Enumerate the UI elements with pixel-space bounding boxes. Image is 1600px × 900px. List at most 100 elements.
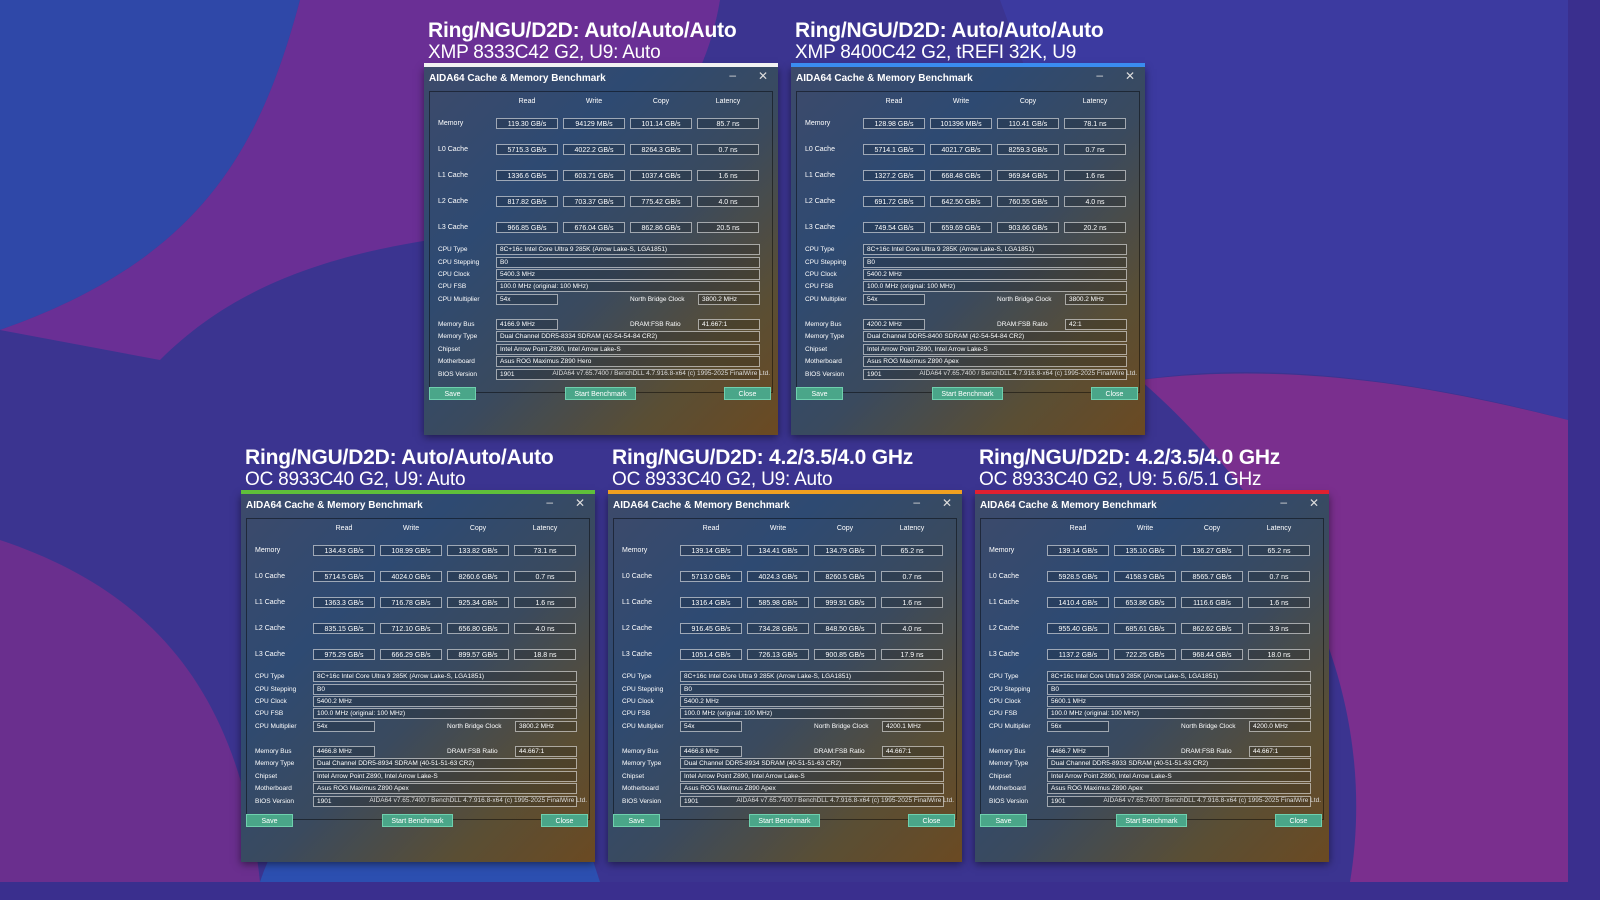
- l1-cache-read-value: 1316.4 GB/s: [680, 597, 742, 608]
- minimize-icon[interactable]: –: [913, 495, 920, 509]
- row-label-l2-cache: L2 Cache: [989, 625, 1019, 632]
- panel-title: Ring/NGU/D2D: 4.2/3.5/4.0 GHz OC 8933C40 …: [979, 447, 1280, 491]
- save-button[interactable]: Save: [980, 814, 1027, 827]
- l3-cache-copy-value: 900.85 GB/s: [814, 649, 876, 660]
- motherboard-label: Motherboard: [438, 358, 475, 365]
- chipset-label: Chipset: [255, 773, 278, 780]
- l3-cache-read-value: 975.29 GB/s: [313, 649, 375, 660]
- close-icon[interactable]: ✕: [575, 496, 585, 510]
- close-button[interactable]: Close: [1275, 814, 1322, 827]
- cpu-fsb-value: 100.0 MHz (original: 100 MHz): [1047, 708, 1311, 719]
- l3-cache-copy-value: 903.66 GB/s: [997, 222, 1059, 233]
- l2-cache-copy-value: 760.55 GB/s: [997, 196, 1059, 207]
- memory-type-label: Memory Type: [622, 760, 662, 767]
- l2-cache-copy-value: 848.50 GB/s: [814, 623, 876, 634]
- footer-text: AIDA64 v7.65.7400 / BenchDLL 4.7.916.8-x…: [736, 797, 954, 804]
- l3-cache-read-value: 1137.2 GB/s: [1047, 649, 1109, 660]
- memory-read-value: 119.30 GB/s: [496, 118, 558, 129]
- benchmark-panel: Ring/NGU/D2D: Auto/Auto/Auto XMP 8333C42 …: [424, 20, 778, 435]
- chipset-label: Chipset: [622, 773, 645, 780]
- l2-cache-latency-value: 3.9 ns: [1248, 623, 1310, 634]
- start-benchmark-button[interactable]: Start Benchmark: [932, 387, 1003, 400]
- memory-write-value: 94129 MB/s: [563, 118, 625, 129]
- bios-version-label: BIOS Version: [438, 371, 478, 378]
- cpu-stepping-value: B0: [496, 257, 760, 268]
- row-label-l1-cache: L1 Cache: [989, 599, 1019, 606]
- column-header-read: Read: [885, 98, 903, 105]
- memory-type-label: Memory Type: [255, 760, 295, 767]
- l1-cache-write-value: 668.48 GB/s: [930, 170, 992, 181]
- panel-title-line2: XMP 8333C42 G2, U9: Auto: [428, 42, 661, 63]
- panel-title-line2: OC 8933C40 G2, U9: Auto: [245, 469, 466, 490]
- motherboard-label: Motherboard: [805, 358, 842, 365]
- l0-cache-read-value: 5714.5 GB/s: [313, 571, 375, 582]
- cpu-type-label: CPU Type: [255, 673, 285, 680]
- panel-title-line1: Ring/NGU/D2D: Auto/Auto/Auto: [245, 446, 554, 469]
- memory-copy-value: 110.41 GB/s: [997, 118, 1059, 129]
- l0-cache-read-value: 5714.1 GB/s: [863, 144, 925, 155]
- l2-cache-latency-value: 4.0 ns: [697, 196, 759, 207]
- minimize-icon[interactable]: –: [1096, 68, 1103, 82]
- aida64-window: AIDA64 Cache & Memory Benchmark – ✕ Read Wri…: [791, 63, 1145, 435]
- l0-cache-copy-value: 8565.7 GB/s: [1181, 571, 1243, 582]
- memory-copy-value: 101.14 GB/s: [630, 118, 692, 129]
- aida64-window: AIDA64 Cache & Memory Benchmark – ✕ Read Wri…: [424, 63, 778, 435]
- l2-cache-write-value: 642.50 GB/s: [930, 196, 992, 207]
- l1-cache-write-value: 585.98 GB/s: [747, 597, 809, 608]
- l1-cache-copy-value: 969.84 GB/s: [997, 170, 1059, 181]
- window-title: AIDA64 Cache & Memory Benchmark: [246, 500, 423, 511]
- l0-cache-read-value: 5928.5 GB/s: [1047, 571, 1109, 582]
- save-button[interactable]: Save: [429, 387, 476, 400]
- window-title: AIDA64 Cache & Memory Benchmark: [429, 73, 606, 84]
- l3-cache-latency-value: 20.2 ns: [1064, 222, 1126, 233]
- results-area: Read Write Copy Latency Memory 134.43 GB/s 108…: [246, 518, 590, 820]
- minimize-icon[interactable]: –: [1280, 495, 1287, 509]
- l2-cache-copy-value: 656.80 GB/s: [447, 623, 509, 634]
- start-benchmark-button[interactable]: Start Benchmark: [382, 814, 453, 827]
- close-icon[interactable]: ✕: [1125, 69, 1135, 83]
- panel-title-line1: Ring/NGU/D2D: Auto/Auto/Auto: [795, 19, 1104, 42]
- north-bridge-clock-label: North Bridge Clock: [997, 296, 1052, 303]
- save-button[interactable]: Save: [796, 387, 843, 400]
- north-bridge-clock-label: North Bridge Clock: [1181, 723, 1236, 730]
- motherboard-value: Asus ROG Maximus Z890 Apex: [863, 356, 1127, 367]
- close-button[interactable]: Close: [541, 814, 588, 827]
- row-label-l3-cache: L3 Cache: [989, 651, 1019, 658]
- l0-cache-read-value: 5713.0 GB/s: [680, 571, 742, 582]
- row-label-l2-cache: L2 Cache: [805, 198, 835, 205]
- panel-title-line2: OC 8933C40 G2, U9: Auto: [612, 469, 833, 490]
- l1-cache-latency-value: 1.6 ns: [1248, 597, 1310, 608]
- close-button[interactable]: Close: [724, 387, 771, 400]
- save-button[interactable]: Save: [246, 814, 293, 827]
- minimize-icon[interactable]: –: [546, 495, 553, 509]
- close-button[interactable]: Close: [1091, 387, 1138, 400]
- close-icon[interactable]: ✕: [942, 496, 952, 510]
- panel-title-line1: Ring/NGU/D2D: Auto/Auto/Auto: [428, 19, 737, 42]
- l2-cache-read-value: 691.72 GB/s: [863, 196, 925, 207]
- cpu-fsb-label: CPU FSB: [989, 710, 1018, 717]
- close-icon[interactable]: ✕: [1309, 496, 1319, 510]
- cpu-stepping-label: CPU Stepping: [622, 686, 664, 693]
- dram-fsb-ratio-value: 44.667:1: [882, 746, 944, 757]
- l3-cache-read-value: 749.54 GB/s: [863, 222, 925, 233]
- close-button[interactable]: Close: [908, 814, 955, 827]
- column-header-write: Write: [585, 98, 603, 105]
- column-header-latency: Latency: [899, 525, 925, 532]
- l0-cache-write-value: 4024.0 GB/s: [380, 571, 442, 582]
- save-button[interactable]: Save: [613, 814, 660, 827]
- l1-cache-write-value: 653.86 GB/s: [1114, 597, 1176, 608]
- cpu-multiplier-label: CPU Multiplier: [255, 723, 297, 730]
- motherboard-label: Motherboard: [989, 785, 1026, 792]
- motherboard-label: Motherboard: [622, 785, 659, 792]
- benchmark-panel: Ring/NGU/D2D: 4.2/3.5/4.0 GHz OC 8933C40 …: [975, 447, 1329, 862]
- row-label-l0-cache: L0 Cache: [805, 146, 835, 153]
- memory-copy-value: 133.82 GB/s: [447, 545, 509, 556]
- l3-cache-copy-value: 899.57 GB/s: [447, 649, 509, 660]
- memory-type-label: Memory Type: [805, 333, 845, 340]
- start-benchmark-button[interactable]: Start Benchmark: [749, 814, 820, 827]
- minimize-icon[interactable]: –: [729, 68, 736, 82]
- start-benchmark-button[interactable]: Start Benchmark: [565, 387, 636, 400]
- start-benchmark-button[interactable]: Start Benchmark: [1116, 814, 1187, 827]
- cpu-type-label: CPU Type: [989, 673, 1019, 680]
- close-icon[interactable]: ✕: [758, 69, 768, 83]
